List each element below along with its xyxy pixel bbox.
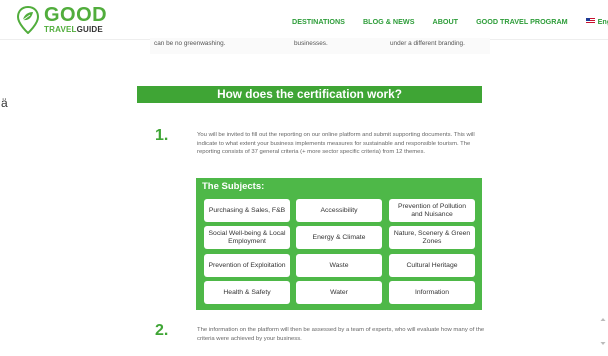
stray-character: ä — [1, 96, 8, 110]
language-selector[interactable]: English — [585, 16, 608, 26]
site-logo[interactable]: GOOD TRAVELGUIDE — [16, 5, 107, 34]
subjects-title: The Subjects: — [202, 181, 265, 192]
subjects-panel: The Subjects: Purchasing & Sales, F&B Ac… — [196, 178, 482, 310]
page: GOOD TRAVELGUIDE DESTINATIONS BLOG & NEW… — [0, 0, 608, 356]
logo-subtitle: TRAVELGUIDE — [44, 25, 103, 34]
previous-section-snippets: can be no greenwashing. businesses. unde… — [150, 38, 490, 54]
subject-nature-scenery[interactable]: Nature, Scenery & Green Zones — [389, 226, 475, 249]
snippet-text: under a different branding. — [390, 40, 465, 47]
step-number: 1. — [155, 127, 169, 144]
main-nav: DESTINATIONS BLOG & NEWS ABOUT GOOD TRAV… — [292, 16, 608, 26]
subject-information[interactable]: Information — [389, 281, 475, 304]
us-flag-icon — [585, 18, 595, 24]
subject-purchasing-sales[interactable]: Purchasing & Sales, F&B — [204, 199, 290, 222]
logo-title: GOOD — [44, 4, 108, 26]
subject-energy-climate[interactable]: Energy & Climate — [296, 226, 382, 249]
site-header: GOOD TRAVELGUIDE DESTINATIONS BLOG & NEW… — [0, 0, 608, 40]
subject-water[interactable]: Water — [296, 281, 382, 304]
subject-accessibility[interactable]: Accessibility — [296, 199, 382, 222]
subject-health-safety[interactable]: Health & Safety — [204, 281, 290, 304]
snippet-text: businesses. — [294, 40, 328, 47]
subject-waste[interactable]: Waste — [296, 254, 382, 277]
snippet-text: can be no greenwashing. — [154, 40, 226, 47]
nav-blog-news[interactable]: BLOG & NEWS — [363, 17, 415, 26]
leaf-pin-icon — [16, 5, 40, 34]
step-description: The information on the platform will the… — [197, 327, 485, 342]
nav-destinations[interactable]: DESTINATIONS — [292, 17, 345, 26]
step-number: 2. — [155, 322, 169, 339]
subject-prevention-exploitation[interactable]: Prevention of Exploitation — [204, 254, 290, 277]
nav-good-travel-program[interactable]: GOOD TRAVEL PROGRAM — [476, 17, 568, 26]
language-label: English — [597, 16, 608, 26]
subject-cultural-heritage[interactable]: Cultural Heritage — [389, 254, 475, 277]
section-heading: How does the certification work? — [137, 86, 482, 103]
scroll-arrows[interactable] — [600, 312, 606, 352]
step-description: You will be invited to fill out the repo… — [197, 132, 475, 155]
subject-prevention-pollution[interactable]: Prevention of Pollution and Nuisance — [389, 199, 475, 222]
nav-about[interactable]: ABOUT — [433, 17, 459, 26]
subject-social-wellbeing[interactable]: Social Well-being & Local Employment — [204, 226, 290, 249]
